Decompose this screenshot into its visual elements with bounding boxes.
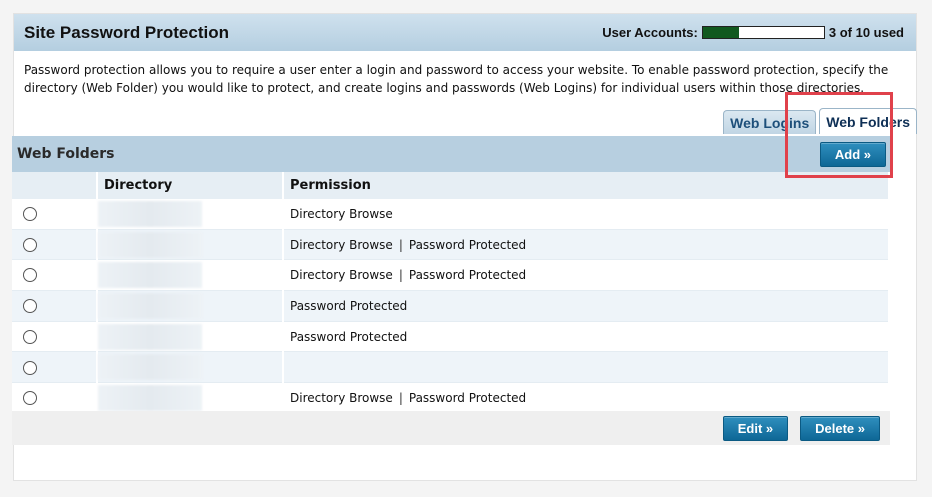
- permission-label: Password Protected: [408, 268, 527, 283]
- table-row[interactable]: Directory Browse | Password Protected: [12, 259, 890, 292]
- table-row[interactable]: Directory Browse | Password Protected: [12, 229, 890, 261]
- directory-cell: [97, 229, 284, 261]
- table-row[interactable]: Password Protected: [12, 290, 890, 322]
- permission-label: Password Protected: [290, 329, 408, 344]
- page-title: Site Password Protection: [24, 22, 229, 42]
- row-radio-button[interactable]: [23, 360, 37, 375]
- permission-separator: |: [398, 268, 403, 283]
- table-header-row: Directory Permission: [12, 172, 890, 199]
- row-select-cell: [12, 259, 98, 292]
- permission-label: Password Protected: [408, 237, 527, 252]
- row-radio-button[interactable]: [23, 329, 37, 344]
- directory-name-redacted: [98, 384, 202, 411]
- permission-cell: Password Protected: [283, 290, 890, 322]
- table-row[interactable]: Password Protected: [12, 321, 890, 353]
- directory-name-redacted: [98, 354, 202, 381]
- add-button[interactable]: Add »: [819, 141, 886, 167]
- column-header-directory: Directory: [97, 172, 284, 199]
- row-select-cell: [12, 351, 98, 384]
- panel-header: Site Password Protection User Accounts: …: [14, 14, 916, 51]
- directory-cell: [97, 259, 284, 292]
- row-radio-button[interactable]: [23, 391, 37, 406]
- column-header-permission: Permission: [283, 172, 890, 199]
- permission-cell: Password Protected: [283, 321, 890, 353]
- row-radio-button[interactable]: [23, 237, 37, 252]
- permission-cell: Directory Browse | Password Protected: [283, 229, 890, 261]
- user-accounts-meter: User Accounts: 3 of 10 used: [602, 25, 904, 40]
- tab-web-logins[interactable]: Web Logins: [723, 110, 817, 134]
- row-select-cell: [12, 199, 98, 230]
- directory-name-redacted: [98, 262, 202, 289]
- permission-cell: Directory Browse: [283, 199, 890, 230]
- section-title: Web Folders: [17, 146, 115, 162]
- user-accounts-progress-fill: [702, 27, 740, 38]
- edit-button[interactable]: Edit »: [722, 415, 789, 441]
- directory-name-redacted: [98, 231, 202, 258]
- directory-cell: [97, 321, 284, 353]
- column-header-select: [12, 172, 98, 199]
- table-footer-bar: Edit » Delete »: [12, 411, 890, 445]
- table-row[interactable]: [12, 351, 890, 384]
- permission-label: Directory Browse: [290, 206, 393, 221]
- delete-button[interactable]: Delete »: [800, 415, 880, 441]
- row-radio-button[interactable]: [23, 207, 37, 222]
- row-select-cell: [12, 229, 98, 261]
- directory-cell: [97, 382, 284, 414]
- directory-cell: [97, 199, 284, 230]
- row-radio-button[interactable]: [23, 268, 37, 283]
- row-select-cell: [12, 290, 98, 322]
- permission-cell: [283, 351, 890, 384]
- directory-name-redacted: [98, 323, 202, 350]
- table-row[interactable]: Directory Browse: [12, 199, 890, 230]
- user-accounts-count: 3 of 10 used: [828, 25, 904, 40]
- row-select-cell: [12, 382, 98, 414]
- row-select-cell: [12, 321, 98, 353]
- directory-name-redacted: [98, 292, 202, 319]
- permission-label: Directory Browse: [290, 390, 393, 405]
- directory-cell: [97, 290, 284, 322]
- permission-label: Directory Browse: [290, 237, 393, 252]
- description-text: Password protection allows you to requir…: [24, 63, 889, 95]
- directory-name-redacted: [98, 200, 202, 227]
- row-radio-button[interactable]: [23, 299, 37, 314]
- permission-cell: Directory Browse | Password Protected: [283, 382, 890, 414]
- permission-separator: |: [398, 390, 403, 405]
- permission-separator: |: [398, 237, 403, 252]
- table-row[interactable]: Directory Browse | Password Protected: [12, 382, 890, 414]
- permission-cell: Directory Browse | Password Protected: [283, 259, 890, 292]
- web-folders-table: Directory Permission Directory Browse Dir…: [12, 172, 890, 414]
- permission-label: Password Protected: [408, 390, 527, 405]
- user-accounts-progress-bar: [701, 26, 825, 39]
- permission-label: Password Protected: [290, 298, 408, 313]
- tab-bar: Web Logins Web Folders: [723, 108, 917, 134]
- user-accounts-label: User Accounts:: [602, 25, 698, 40]
- web-folders-section-header: Web Folders Add »: [12, 136, 890, 172]
- permission-label: Directory Browse: [290, 268, 393, 283]
- directory-cell: [97, 351, 284, 384]
- tab-web-folders[interactable]: Web Folders: [819, 108, 917, 134]
